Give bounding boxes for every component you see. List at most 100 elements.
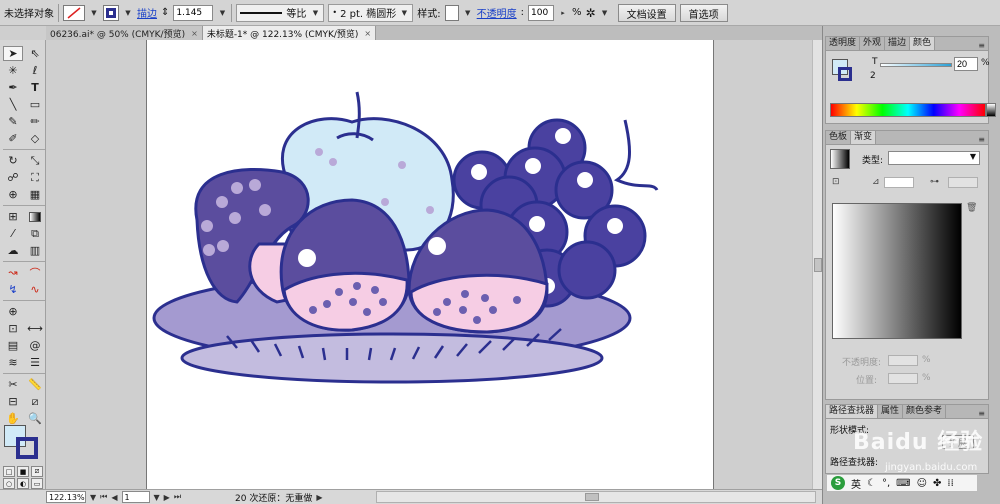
- tab-appearance[interactable]: 外观: [860, 37, 886, 50]
- stroke-swatch[interactable]: [103, 4, 119, 21]
- pen-tool-icon[interactable]: ✒: [3, 80, 23, 95]
- chevron-down-icon[interactable]: ▼: [123, 5, 133, 21]
- tab-transparency[interactable]: 透明度: [826, 37, 861, 50]
- zoom-field[interactable]: 122.13%: [46, 491, 86, 503]
- chevron-down-icon[interactable]: ▼: [463, 5, 473, 21]
- tab-color-guide[interactable]: 颜色参考: [903, 405, 947, 418]
- color-spectrum[interactable]: [830, 103, 986, 117]
- variable-width-profile-dropdown[interactable]: 等比 ▼: [236, 3, 325, 22]
- paintbrush-icon[interactable]: ✎: [3, 114, 23, 129]
- chevron-down-icon[interactable]: ▼: [90, 493, 96, 502]
- zoom-icon[interactable]: 🔍: [25, 411, 45, 426]
- chevron-down-icon[interactable]: ▼: [600, 5, 610, 21]
- trash-icon[interactable]: 🗑: [966, 203, 977, 213]
- curvature-tool-icon[interactable]: ↝: [3, 265, 23, 280]
- type-tool-icon[interactable]: T: [25, 80, 45, 95]
- ime-logo-icon[interactable]: S: [831, 476, 845, 490]
- tab-gradient[interactable]: 渐变: [851, 131, 877, 144]
- blend-icon[interactable]: ⧉: [25, 226, 45, 241]
- color-mode-icon[interactable]: □: [3, 466, 15, 477]
- measure-icon[interactable]: 📏: [25, 377, 45, 392]
- preferences-button[interactable]: 首选项: [679, 3, 728, 22]
- scroll-thumb[interactable]: [814, 258, 822, 272]
- opacity-input[interactable]: [528, 4, 555, 21]
- next-artboard-icon[interactable]: ▶: [164, 493, 170, 502]
- tab-document-untitled[interactable]: 未标题-1* @ 122.13% (CMYK/预览) ×: [202, 26, 377, 40]
- rotate-icon[interactable]: ↻: [3, 153, 23, 168]
- aspect-ratio-input[interactable]: [948, 177, 978, 188]
- gradient-mode-icon[interactable]: ■: [17, 466, 29, 477]
- selection-tool-icon[interactable]: ➤: [3, 46, 23, 61]
- slice-icon[interactable]: ⊟: [3, 394, 23, 409]
- warp-icon[interactable]: ☍: [3, 170, 23, 185]
- moon-icon[interactable]: ☾: [867, 478, 876, 489]
- gradient-ramp[interactable]: [832, 203, 962, 339]
- skin-icon[interactable]: ✤: [933, 478, 941, 489]
- chevron-right-icon[interactable]: ▸: [558, 5, 568, 21]
- width-tool-icon[interactable]: ⟷: [25, 321, 45, 336]
- direct-selection-tool-icon[interactable]: ⇖: [25, 46, 45, 61]
- knife-icon[interactable]: ✂: [3, 377, 23, 392]
- aspect-ratio-icon[interactable]: ⊶: [930, 177, 939, 187]
- recolor-artwork-icon[interactable]: ✲: [586, 6, 596, 20]
- first-artboard-icon[interactable]: ⏮: [100, 492, 107, 502]
- free-transform-icon[interactable]: ⛶: [25, 170, 45, 185]
- gradient-location-input[interactable]: [888, 373, 918, 384]
- perspective-grid-icon[interactable]: ▦: [25, 187, 45, 202]
- status-menu-icon[interactable]: ▶: [316, 493, 322, 502]
- stroke-swatch[interactable]: [838, 67, 852, 81]
- reshape-tool-icon[interactable]: ↯: [3, 282, 23, 297]
- angle-input[interactable]: [884, 177, 914, 188]
- pencil-icon[interactable]: ✏: [25, 114, 45, 129]
- fill-swatch[interactable]: [63, 4, 85, 21]
- panel-menu-icon[interactable]: ≡: [975, 409, 988, 418]
- brush-dropdown[interactable]: • 2 pt. 椭圆形 ▼: [328, 3, 414, 22]
- document-setup-button[interactable]: 文档设置: [617, 3, 676, 22]
- shape-builder-icon[interactable]: ⊕: [3, 187, 23, 202]
- draw-behind-icon[interactable]: ◐: [17, 478, 29, 489]
- scroll-thumb[interactable]: [585, 493, 599, 501]
- tab-document-06236[interactable]: 06236.ai* @ 50% (CMYK/预览) ×: [46, 26, 203, 40]
- scale-icon[interactable]: ⤡: [25, 153, 45, 168]
- opacity-link[interactable]: 不透明度: [477, 5, 517, 20]
- magic-wand-icon[interactable]: ✳: [3, 63, 23, 78]
- tint-input[interactable]: [954, 57, 978, 71]
- stroke-link[interactable]: 描边: [137, 5, 157, 20]
- slice-select-icon[interactable]: ⧄: [25, 394, 45, 409]
- chevron-down-icon[interactable]: ▼: [217, 5, 227, 21]
- spiral-icon[interactable]: @: [25, 338, 45, 353]
- eyedropper-icon[interactable]: ⁄: [3, 226, 23, 241]
- vertical-scrollbar[interactable]: [812, 40, 822, 489]
- hand-icon[interactable]: ✋: [3, 411, 23, 426]
- artboard-tool-icon[interactable]: ⊡: [3, 321, 23, 336]
- smooth-tool-icon[interactable]: ∿: [25, 282, 45, 297]
- tint-slider[interactable]: [880, 63, 952, 67]
- style-swatch[interactable]: [444, 4, 459, 21]
- chevron-down-icon[interactable]: ▼: [89, 5, 99, 21]
- tab-swatches[interactable]: 色板: [826, 131, 852, 144]
- panel-menu-icon[interactable]: ≡: [975, 41, 988, 50]
- stroke-gradient-icon[interactable]: ⊡: [832, 177, 840, 187]
- punctuation-icon[interactable]: °,: [882, 478, 890, 489]
- gradient-tool-icon[interactable]: [25, 209, 45, 224]
- blob-brush-icon[interactable]: ✐: [3, 131, 23, 146]
- stroke-weight-input[interactable]: [173, 4, 214, 21]
- chevron-down-icon[interactable]: ▼: [154, 493, 160, 502]
- last-artboard-icon[interactable]: ⏭: [174, 492, 181, 502]
- gradient-opacity-input[interactable]: [888, 355, 918, 366]
- mesh-icon[interactable]: ⊞: [3, 209, 23, 224]
- screen-mode-icon[interactable]: ▭: [31, 478, 43, 489]
- close-icon[interactable]: ×: [364, 29, 371, 38]
- tab-stroke[interactable]: 描边: [885, 37, 911, 50]
- lasso-icon[interactable]: ℓ: [25, 63, 45, 78]
- line-tool-icon[interactable]: ╲: [3, 97, 23, 112]
- stroke-swatch[interactable]: [16, 437, 38, 459]
- none-mode-icon[interactable]: ⧄: [31, 466, 43, 477]
- align-icon[interactable]: ≋: [3, 355, 23, 370]
- crosshair-icon[interactable]: ⊕: [3, 304, 23, 319]
- keyboard-icon[interactable]: ⌨: [896, 478, 910, 489]
- panel-menu-icon[interactable]: ≡: [975, 135, 988, 144]
- gradient-preview[interactable]: [830, 149, 850, 169]
- artboard-number-field[interactable]: 1: [121, 491, 150, 503]
- graph-icon[interactable]: ▥: [25, 243, 45, 258]
